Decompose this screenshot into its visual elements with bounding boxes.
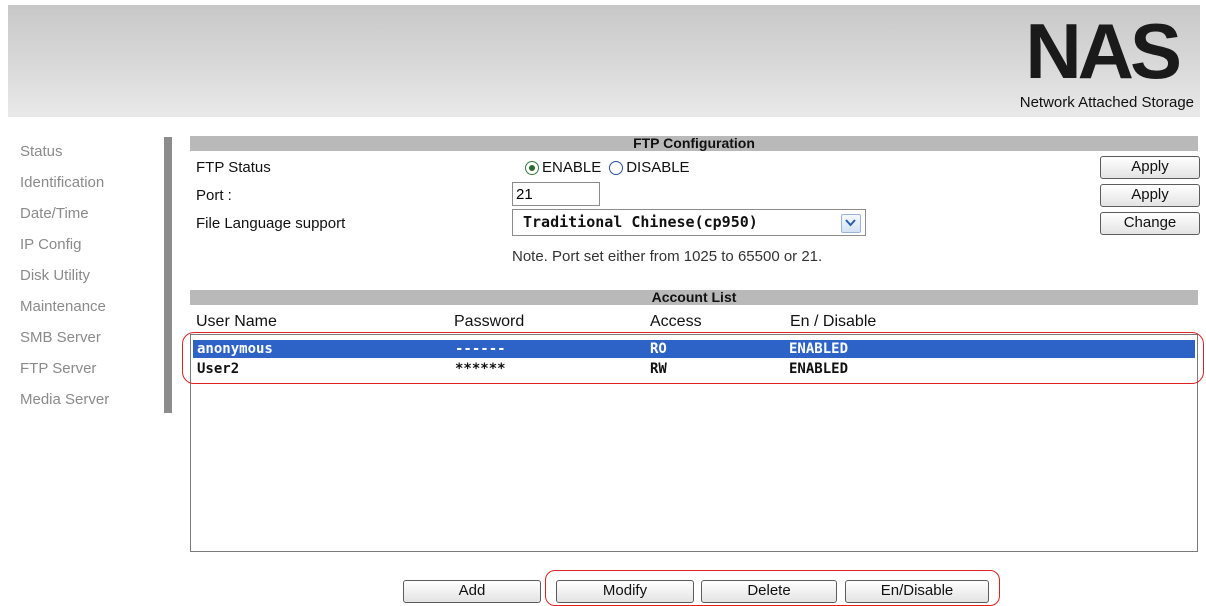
header-banner: NAS Network Attached Storage <box>8 5 1200 117</box>
row-access: RW <box>650 361 667 377</box>
enable-radio-label[interactable]: ENABLE <box>542 159 601 176</box>
change-language-button[interactable]: Change <box>1100 212 1200 235</box>
column-header-en-disable: En / Disable <box>790 313 877 330</box>
enable-radio[interactable] <box>525 160 539 175</box>
ftp-status-radio-group: ENABLE DISABLE <box>525 159 690 176</box>
row-password: ------ <box>455 341 506 357</box>
sidebar-item-media-server[interactable]: Media Server <box>20 384 160 415</box>
disable-radio[interactable] <box>609 160 624 175</box>
sidebar-item-disk-utility[interactable]: Disk Utility <box>20 260 160 291</box>
column-header-password: Password <box>454 313 525 330</box>
nas-logo: NAS <box>1025 7 1182 95</box>
column-header-user-name: User Name <box>196 313 277 330</box>
row-password: ****** <box>455 361 506 377</box>
language-select[interactable]: Traditional Chinese(cp950) <box>512 209 866 236</box>
sidebar-divider <box>164 137 172 413</box>
account-list-header: Account List <box>190 290 1198 305</box>
delete-button[interactable]: Delete <box>701 580 837 603</box>
modify-button[interactable]: Modify <box>556 580 694 603</box>
row-status: ENABLED <box>789 341 849 357</box>
account-list-box[interactable]: anonymous ------ RO ENABLED User2 ******… <box>190 334 1198 552</box>
logo-subtitle: Network Attached Storage <box>1019 94 1194 111</box>
endisable-button[interactable]: En/Disable <box>845 580 989 603</box>
disable-radio-label[interactable]: DISABLE <box>626 159 689 176</box>
row-access: RO <box>650 341 667 357</box>
port-label: Port : <box>196 187 232 204</box>
ftp-config-header: FTP Configuration <box>190 136 1198 151</box>
sidebar-item-maintenance[interactable]: Maintenance <box>20 291 160 322</box>
chevron-down-icon[interactable] <box>841 214 861 233</box>
add-button[interactable]: Add <box>403 580 541 603</box>
sidebar-item-date-time[interactable]: Date/Time <box>20 198 160 229</box>
list-item[interactable]: User2 ****** RW ENABLED <box>193 360 1195 378</box>
sidebar-item-ftp-server[interactable]: FTP Server <box>20 353 160 384</box>
row-status: ENABLED <box>789 361 849 377</box>
sidebar-item-status[interactable]: Status <box>20 136 160 167</box>
language-label: File Language support <box>196 215 346 232</box>
apply-port-button[interactable]: Apply <box>1100 184 1200 207</box>
row-user: User2 <box>197 361 240 377</box>
sidebar-item-smb-server[interactable]: SMB Server <box>20 322 160 353</box>
port-input[interactable] <box>512 182 600 206</box>
port-note: Note. Port set either from 1025 to 65500… <box>512 248 823 265</box>
sidebar-item-identification[interactable]: Identification <box>20 167 160 198</box>
list-item[interactable]: anonymous ------ RO ENABLED <box>193 340 1195 358</box>
ftp-status-label: FTP Status <box>196 159 271 176</box>
language-select-value: Traditional Chinese(cp950) <box>523 213 758 231</box>
sidebar-item-ip-config[interactable]: IP Config <box>20 229 160 260</box>
sidebar-nav: Status Identification Date/Time IP Confi… <box>20 136 160 415</box>
apply-status-button[interactable]: Apply <box>1100 156 1200 179</box>
row-user: anonymous <box>197 341 273 357</box>
column-header-access: Access <box>650 313 702 330</box>
